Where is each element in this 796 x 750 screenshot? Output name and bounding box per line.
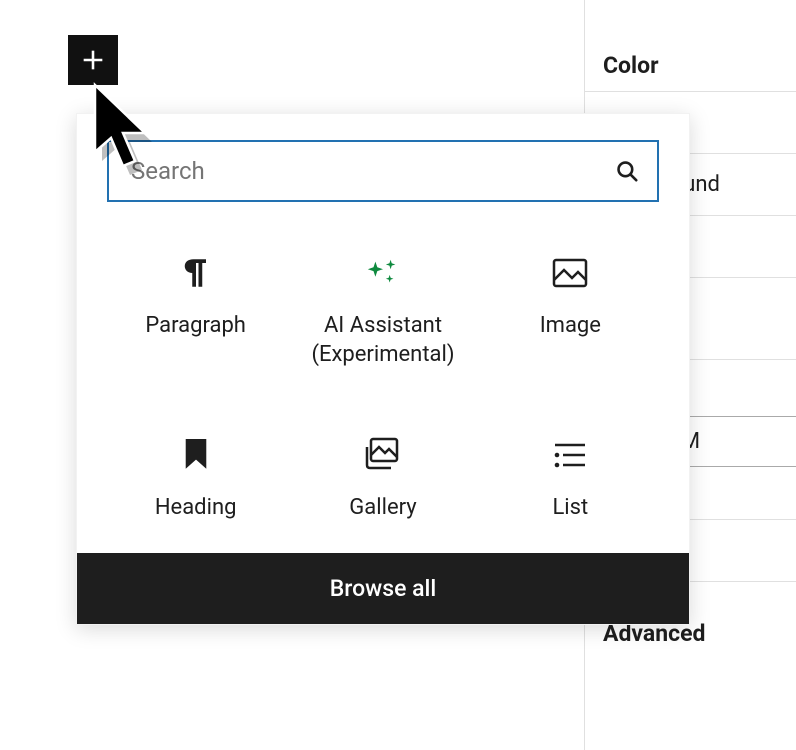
block-label: Image xyxy=(540,312,601,341)
block-grid: Paragraph AI Assistant (Experimental) xyxy=(77,212,689,553)
block-inserter-popover: Paragraph AI Assistant (Experimental) xyxy=(76,113,690,625)
block-label: AI Assistant (Experimental) xyxy=(299,312,466,369)
bookmark-icon xyxy=(183,434,209,476)
block-label: List xyxy=(552,494,588,523)
block-item-paragraph[interactable]: Paragraph xyxy=(107,242,284,379)
paragraph-icon xyxy=(181,252,211,294)
block-item-ai-assistant[interactable]: AI Assistant (Experimental) xyxy=(294,242,471,379)
block-item-heading[interactable]: Heading xyxy=(107,424,284,533)
block-label: Paragraph xyxy=(145,312,246,341)
block-item-image[interactable]: Image xyxy=(482,242,659,379)
search-input[interactable] xyxy=(131,157,613,185)
block-label: Heading xyxy=(155,494,237,523)
search-icon xyxy=(613,157,641,185)
gallery-icon xyxy=(363,434,403,476)
plus-icon xyxy=(79,46,107,74)
block-label: Gallery xyxy=(349,494,416,523)
list-icon xyxy=(553,434,587,476)
sparkles-icon xyxy=(364,252,402,294)
sidebar-section-color[interactable]: Color xyxy=(585,34,796,91)
block-item-gallery[interactable]: Gallery xyxy=(294,424,471,533)
block-item-list[interactable]: List xyxy=(482,424,659,533)
browse-all-button[interactable]: Browse all xyxy=(77,553,689,624)
image-icon xyxy=(552,252,588,294)
add-block-button[interactable] xyxy=(68,35,118,85)
search-field[interactable] xyxy=(107,140,659,202)
